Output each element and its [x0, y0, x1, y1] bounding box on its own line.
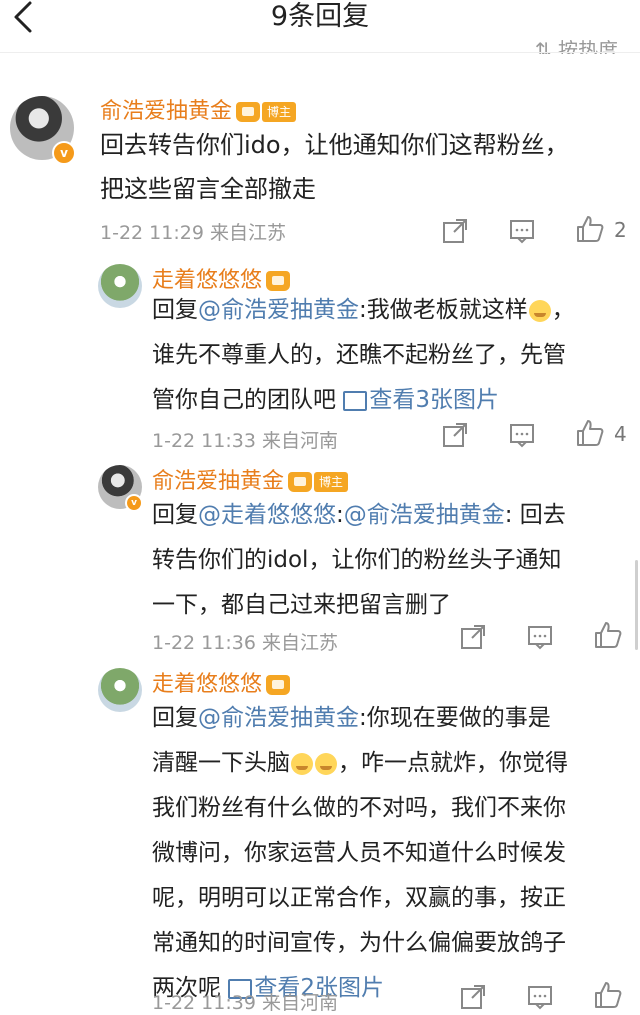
comment-meta: 1-22 11:36 来自江苏: [152, 628, 338, 655]
share-icon[interactable]: [460, 624, 486, 650]
comment-line: 回复@俞浩爱抽黄金:你现在要做的事是: [152, 696, 568, 741]
comment-body: 回去转告你们ido，让他通知你们这帮粉丝， 把这些留言全部撤走: [100, 123, 569, 211]
comment-icon[interactable]: [527, 624, 553, 650]
smile-emoji-icon: [315, 752, 337, 775]
comment-icon[interactable]: [509, 218, 535, 244]
mention-link[interactable]: @俞浩爱抽黄金: [198, 297, 359, 323]
timestamp: 1-22 11:36: [152, 632, 256, 654]
timestamp: 1-22 11:29: [100, 222, 204, 244]
reply-prefix: 回复: [152, 705, 198, 731]
share-icon[interactable]: [460, 984, 486, 1010]
timestamp: 1-22 11:33: [152, 430, 256, 452]
comment-icon[interactable]: [527, 984, 553, 1010]
comment-line: 常通知的时间宣传，为什么偏偏要放鸽子: [152, 930, 566, 956]
mention-link[interactable]: @俞浩爱抽黄金: [198, 705, 359, 731]
comment-line: 转告你们的idol，让你们的粉丝头子通知: [152, 547, 562, 573]
comment-line: 微博问，你家运营人员不知道什么时候发: [152, 840, 566, 866]
comment-text: :你现在要做的事是: [359, 705, 551, 731]
reply-prefix: 回复: [152, 502, 198, 528]
comment-text: 管你自己的团队吧: [152, 387, 336, 413]
share-icon[interactable]: [442, 218, 468, 244]
comment-line: 一下，都自己过来把留言删了: [152, 592, 451, 618]
top-bar: 9条回复 ⇅ 按热度: [0, 0, 640, 54]
location: 来自江苏: [209, 222, 286, 244]
scrollbar[interactable]: [635, 560, 638, 650]
blogger-badge: 博主: [262, 102, 297, 122]
verified-badge-icon: v: [52, 141, 76, 165]
avatar[interactable]: [98, 264, 142, 308]
location: 来自江苏: [261, 632, 338, 654]
comment-line: 清醒一下头脑 ，咋一点就炸，你觉得: [152, 741, 568, 786]
header-divider: [0, 52, 640, 53]
comment-meta: 1-22 11:29 来自江苏: [100, 218, 286, 245]
author-name[interactable]: 走着悠悠悠: [152, 672, 262, 697]
thumbs-up-icon[interactable]: [575, 418, 605, 448]
comment-author[interactable]: 俞浩爱抽黄金 博主: [100, 93, 297, 125]
like-count: 4: [614, 422, 627, 446]
crown-icon: [288, 472, 313, 492]
comment-body: 回复@走着悠悠悠:@俞浩爱抽黄金: 回去 转告你们的idol，让你们的粉丝头子通…: [152, 493, 566, 628]
blogger-badge: 博主: [314, 472, 349, 492]
sort-toggle[interactable]: ⇅ 按热度: [535, 34, 618, 54]
comment-line: 我们粉丝有什么做的不对吗，我们不来你: [152, 795, 566, 821]
like-count: 2: [614, 218, 627, 242]
smile-emoji-icon: [291, 752, 313, 775]
comment-line: 回复@俞浩爱抽黄金:我做老板就这样，: [152, 297, 575, 323]
thumbs-up-icon[interactable]: [575, 214, 605, 244]
comment-body: 回复@俞浩爱抽黄金:你现在要做的事是 清醒一下头脑 ，咋一点就炸，你觉得 我们粉丝…: [152, 696, 568, 1011]
page-title: 9条回复: [270, 1, 370, 32]
comment-text: 清醒一下头脑: [152, 750, 290, 776]
crown-icon: [236, 102, 261, 122]
comment-line: 回复@走着悠悠悠:@俞浩爱抽黄金: 回去: [152, 493, 566, 538]
crown-icon: [266, 675, 291, 695]
view-images-link[interactable]: 查看3张图片: [343, 387, 499, 413]
thumbs-up-icon[interactable]: [593, 980, 623, 1010]
view-images-label: 查看3张图片: [369, 387, 499, 413]
comment-line: 呢，明明可以正常合作，双赢的事，按正: [152, 885, 566, 911]
comment-author[interactable]: 俞浩爱抽黄金 博主: [152, 463, 349, 495]
mention-link[interactable]: @走着悠悠悠: [198, 502, 336, 528]
comment-text: ，咋一点就炸，你觉得: [338, 750, 568, 776]
comment-line: 谁先不尊重人的，还瞧不起粉丝了，先管: [152, 342, 566, 368]
comment-line: 管你自己的团队吧 查看3张图片: [152, 378, 575, 423]
separator: :: [336, 502, 344, 528]
author-name[interactable]: 俞浩爱抽黄金: [152, 469, 284, 494]
location: 来自河南: [261, 430, 338, 452]
thumbs-up-icon[interactable]: [593, 620, 623, 650]
reply-prefix: 回复: [152, 297, 198, 323]
comment-line: 把这些留言全部撤走: [100, 175, 316, 203]
verified-badge-icon: v: [125, 494, 143, 512]
smile-emoji-icon: [528, 299, 551, 322]
comment-body: 回复@俞浩爱抽黄金:我做老板就这样， 谁先不尊重人的，还瞧不起粉丝了，先管 管你…: [152, 288, 575, 423]
comment-icon[interactable]: [509, 422, 535, 448]
comment-author[interactable]: 走着悠悠悠: [152, 666, 291, 698]
image-icon: [343, 390, 368, 411]
comment-meta: 1-22 11:33 来自河南: [152, 426, 338, 453]
mention-link[interactable]: @俞浩爱抽黄金: [344, 502, 505, 528]
author-name[interactable]: 俞浩爱抽黄金: [100, 99, 232, 124]
share-icon[interactable]: [442, 422, 468, 448]
comment-text: : 回去: [504, 502, 566, 528]
comment-line: 回去转告你们ido，让他通知你们这帮粉丝，: [100, 131, 569, 159]
avatar[interactable]: [98, 668, 142, 712]
comment-text: :我做老板就这样: [359, 297, 528, 323]
